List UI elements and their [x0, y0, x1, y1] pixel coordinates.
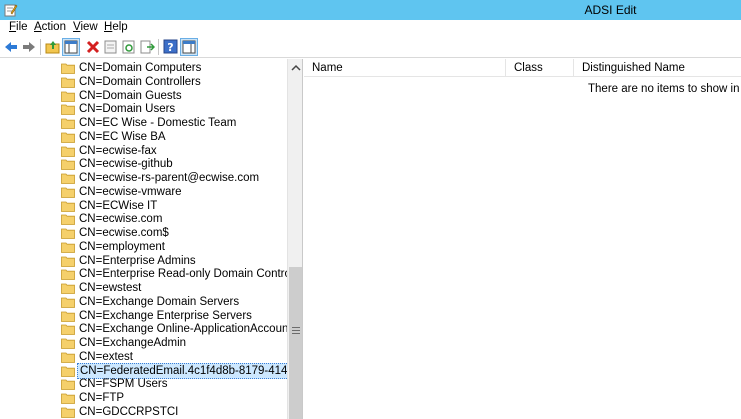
folder-icon: [61, 146, 75, 157]
tree-item-label: CN=ExchangeAdmin: [79, 337, 187, 349]
folder-icon: [61, 228, 75, 239]
svg-text:?: ?: [167, 41, 173, 54]
folder-icon: [61, 242, 75, 253]
toolbar-separator: [40, 39, 41, 55]
menu-view[interactable]: View: [73, 21, 98, 33]
folder-icon: [61, 173, 75, 184]
folder-icon: [61, 77, 75, 88]
tree-item-label: CN=ECWise IT: [79, 199, 158, 212]
tree-item-label: CN=FTP: [79, 392, 125, 404]
back-arrow-icon: [5, 42, 17, 52]
up-folder-icon: [45, 41, 60, 54]
folder-icon: [61, 352, 75, 363]
export-list-button[interactable]: [138, 38, 156, 56]
title-bar: ADSI Edit: [0, 0, 741, 20]
tree-item-label: CN=ecwise.com: [79, 213, 163, 226]
tree-item-label: CN=Exchange Online-ApplicationAccount: [79, 323, 292, 336]
tree-item-label: CN=Exchange Domain Servers: [79, 295, 240, 308]
folder-icon: [61, 187, 75, 198]
toolbar: ?: [0, 36, 741, 58]
console-tree[interactable]: CN=Domain Computers CN=Domain Controllers…: [0, 59, 303, 419]
list-header: Name Class Distinguished Name: [304, 59, 741, 77]
folder-icon: [61, 269, 75, 281]
folder-icon: [61, 379, 75, 391]
properties-icon: [104, 40, 117, 54]
toolbar-separator: [158, 39, 159, 55]
tree-item-label: CN=Exchange Enterprise Servers: [79, 309, 252, 322]
thumb-grip: [292, 330, 300, 331]
folder-icon: [61, 311, 75, 322]
tree-item-label: CN=Domain Controllers: [79, 75, 201, 88]
refresh-button[interactable]: [120, 38, 138, 56]
thumb-grip: [292, 327, 300, 328]
back-button[interactable]: [2, 38, 20, 56]
show-hide-action-pane-button[interactable]: [180, 38, 198, 56]
tree-item-label: CN=Domain Guests: [79, 89, 182, 102]
folder-icon: [61, 132, 75, 143]
tree-item-label: CN=FederatedEmail.4c1f4d8b-8179-4148-93b…: [77, 362, 302, 379]
thumb-grip: [292, 333, 300, 334]
tree-item-label: CN=Enterprise Read-only Domain Controlle…: [79, 268, 303, 281]
folder-icon: [61, 118, 75, 129]
tree-item-label: CN=EC Wise - Domestic Team: [79, 117, 237, 129]
folder-icon: [61, 256, 75, 267]
folder-icon: [61, 366, 75, 377]
tree-item-label: CN=ewstest: [79, 282, 142, 294]
window-title: ADSI Edit: [584, 3, 637, 17]
export-list-icon: [140, 40, 155, 54]
up-one-level-button[interactable]: [44, 38, 62, 56]
folder-icon: [61, 324, 75, 336]
folder-icon: [61, 297, 75, 308]
show-hide-console-tree-button[interactable]: [62, 38, 80, 56]
menu-help[interactable]: Help: [104, 21, 128, 33]
folder-icon: [61, 393, 75, 404]
delete-button[interactable]: [84, 38, 102, 56]
folder-icon: [61, 214, 75, 226]
tree-item-label: CN=EC Wise BA: [79, 130, 166, 143]
tree-item-label: CN=ecwise-vmware: [79, 185, 182, 198]
folder-icon: [61, 338, 75, 349]
tree-item-label: CN=ecwise-github: [79, 158, 173, 171]
show-hide-tree-icon: [64, 40, 78, 54]
tree-item-label: CN=employment: [79, 240, 165, 253]
folder-icon: [61, 201, 75, 212]
help-button[interactable]: ?: [162, 38, 180, 56]
chevron-up-icon: [291, 64, 301, 71]
refresh-icon: [122, 40, 135, 54]
show-hide-action-pane-icon: [182, 40, 196, 54]
delete-icon: [86, 40, 100, 54]
folder-icon: [61, 283, 75, 294]
menu-file[interactable]: File: [9, 21, 28, 33]
folder-icon: [61, 91, 75, 102]
forward-button[interactable]: [20, 38, 38, 56]
tree-item-label: CN=Enterprise Admins: [79, 254, 196, 267]
folder-icon: [61, 159, 75, 171]
results-pane[interactable]: Name Class Distinguished Name There are …: [304, 59, 741, 419]
folder-icon: [61, 407, 75, 418]
scroll-thumb[interactable]: [289, 267, 302, 419]
tree-item-label: CN=FSPM Users: [79, 378, 168, 391]
tree-item-label: CN=ecwise-fax: [79, 144, 157, 157]
folder-icon: [61, 104, 75, 116]
column-header-class[interactable]: Class: [506, 59, 574, 77]
column-header-distinguished-name[interactable]: Distinguished Name: [574, 59, 741, 77]
empty-list-message: There are no items to show in this vie: [588, 83, 741, 95]
menu-action[interactable]: Action: [34, 21, 66, 33]
tree-vertical-scrollbar[interactable]: [287, 59, 302, 419]
properties-button[interactable]: [102, 38, 120, 56]
forward-arrow-icon: [23, 42, 35, 52]
tree-item-label: CN=GDCCRPSTCI: [79, 405, 179, 418]
tree-item-label: CN=ecwise-rs-parent@ecwise.com: [79, 172, 260, 184]
scroll-up-button[interactable]: [288, 61, 302, 75]
tree-item-label: CN=Domain Computers: [79, 62, 202, 74]
tree-item-label: CN=Domain Users: [79, 103, 176, 116]
tree-item-label: CN=ecwise.com$: [79, 227, 169, 239]
help-icon: ?: [163, 39, 178, 54]
folder-icon: [61, 63, 75, 74]
column-header-name[interactable]: Name: [304, 59, 506, 77]
menu-bar: File Action View Help: [0, 20, 741, 36]
